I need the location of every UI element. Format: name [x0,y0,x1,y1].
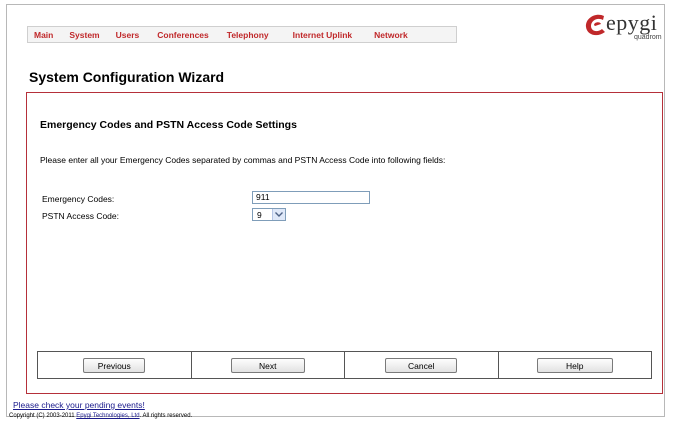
button-cell-cancel: Cancel [345,352,499,378]
nav-users[interactable]: Users [110,30,146,40]
nav-conferences[interactable]: Conferences [151,30,215,40]
copyright-prefix: Copyright (C) 2003-2011 [9,413,77,419]
emergency-codes-label: Emergency Codes: [42,194,115,204]
nav-main[interactable]: Main [28,30,59,40]
copyright-suffix: . All rights reserved. [139,413,193,419]
logo-text: epygi [606,10,658,35]
nav-internet-uplink[interactable]: Internet Uplink [287,30,359,40]
pending-events-link[interactable]: Please check your pending events! [13,400,145,410]
nav-telephony[interactable]: Telephony [221,30,275,40]
wizard-panel: Emergency Codes and PSTN Access Code Set… [26,92,663,394]
copyright-text: Copyright (C) 2003-2011 Epygi Technologi… [9,413,192,419]
emergency-codes-input[interactable]: 911 [252,191,370,204]
pstn-access-code-label: PSTN Access Code: [42,211,120,221]
epygi-logo: epygi quadrom [582,8,668,48]
nav-system[interactable]: System [63,30,105,40]
nav-network[interactable]: Network [368,30,414,40]
previous-button[interactable]: Previous [83,358,146,373]
pstn-access-code-value: 9 [257,209,262,220]
pstn-access-code-select[interactable]: 9 [252,208,286,221]
next-button[interactable]: Next [230,358,305,373]
button-cell-previous: Previous [38,352,192,378]
wizard-button-bar: Previous Next Cancel Help [37,351,652,379]
cancel-button[interactable]: Cancel [385,358,458,373]
page-title: System Configuration Wizard [29,69,225,85]
logo-subtext: quadrom [634,34,662,41]
epygi-technologies-link[interactable]: Epygi Technologies, Ltd [76,413,139,419]
button-cell-next: Next [192,352,345,378]
help-button[interactable]: Help [536,358,613,373]
button-cell-help: Help [499,352,652,378]
instructions-text: Please enter all your Emergency Codes se… [40,155,446,165]
panel-title: Emergency Codes and PSTN Access Code Set… [40,119,297,131]
chevron-down-icon[interactable] [272,209,285,220]
top-nav: Main System Users Conferences Telephony … [27,26,457,43]
